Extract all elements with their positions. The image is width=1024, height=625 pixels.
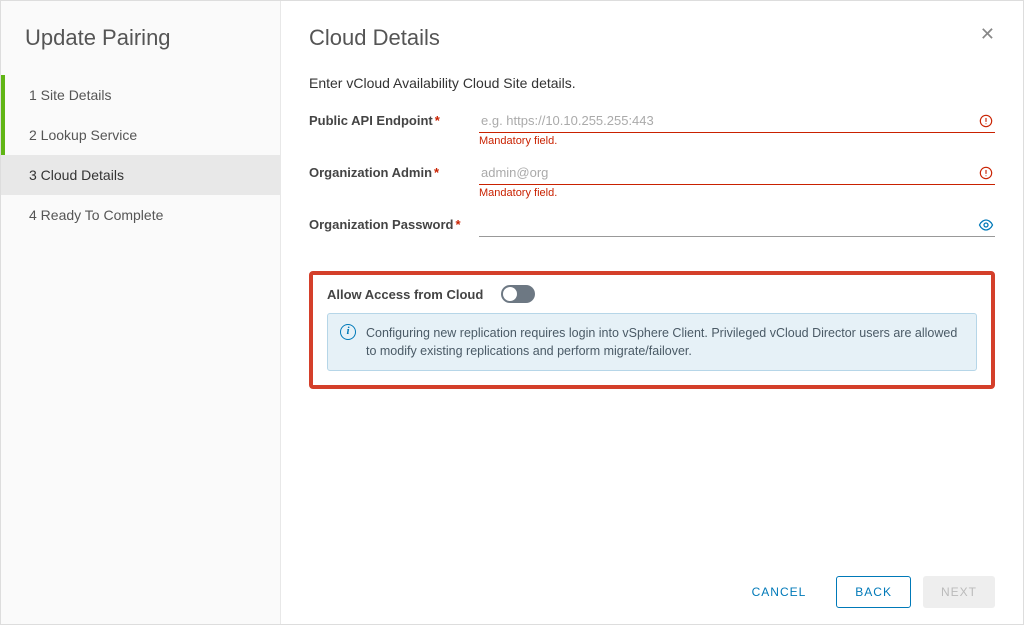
wizard-steps: 1 Site Details 2 Lookup Service 3 Cloud … — [1, 75, 280, 235]
error-icon — [977, 164, 995, 182]
wizard-modal: Update Pairing 1 Site Details 2 Lookup S… — [0, 0, 1024, 625]
toggle-knob — [503, 287, 517, 301]
allow-access-label: Allow Access from Cloud — [327, 287, 483, 302]
wizard-title: Update Pairing — [1, 25, 280, 75]
info-icon: i — [340, 324, 356, 340]
allow-access-highlight: Allow Access from Cloud i Configuring ne… — [309, 271, 995, 389]
row-public-api-endpoint: Public API Endpoint* Mandatory field. — [309, 109, 995, 153]
label-organization-admin: Organization Admin* — [309, 161, 479, 180]
allow-access-row: Allow Access from Cloud — [327, 285, 977, 303]
page-intro: Enter vCloud Availability Cloud Site det… — [309, 75, 995, 91]
info-box: i Configuring new replication requires l… — [327, 313, 977, 371]
wizard-footer: CANCEL BACK NEXT — [309, 564, 995, 608]
step-cloud-details[interactable]: 3 Cloud Details — [1, 155, 280, 195]
wizard-main: Cloud Details ✕ Enter vCloud Availabilit… — [281, 1, 1023, 624]
step-lookup-service[interactable]: 2 Lookup Service — [1, 115, 280, 155]
required-marker: * — [434, 165, 439, 180]
step-site-details[interactable]: 1 Site Details — [1, 75, 280, 115]
error-message-endpoint: Mandatory field. — [479, 135, 995, 147]
back-button[interactable]: BACK — [836, 576, 911, 608]
required-marker: * — [455, 217, 460, 232]
label-public-api-endpoint: Public API Endpoint* — [309, 109, 479, 128]
label-organization-password: Organization Password* — [309, 213, 479, 232]
field-organization-password — [479, 213, 995, 237]
cancel-button[interactable]: CANCEL — [734, 576, 825, 608]
organization-password-input[interactable] — [479, 213, 977, 236]
error-message-admin: Mandatory field. — [479, 187, 995, 199]
wizard-sidebar: Update Pairing 1 Site Details 2 Lookup S… — [1, 1, 281, 624]
next-button: NEXT — [923, 576, 995, 608]
page-title: Cloud Details — [309, 25, 440, 51]
info-message: Configuring new replication requires log… — [366, 324, 964, 360]
allow-access-toggle[interactable] — [501, 285, 535, 303]
organization-admin-input[interactable] — [479, 161, 977, 184]
show-password-button[interactable] — [977, 216, 995, 234]
close-icon: ✕ — [980, 24, 995, 44]
step-ready-to-complete[interactable]: 4 Ready To Complete — [1, 195, 280, 235]
close-button[interactable]: ✕ — [980, 25, 995, 43]
row-organization-admin: Organization Admin* Mandatory field. — [309, 161, 995, 205]
field-public-api-endpoint: Mandatory field. — [479, 109, 995, 147]
row-organization-password: Organization Password* — [309, 213, 995, 257]
public-api-endpoint-input[interactable] — [479, 109, 977, 132]
error-icon — [977, 112, 995, 130]
main-header: Cloud Details ✕ — [309, 25, 995, 75]
field-organization-admin: Mandatory field. — [479, 161, 995, 199]
required-marker: * — [435, 113, 440, 128]
